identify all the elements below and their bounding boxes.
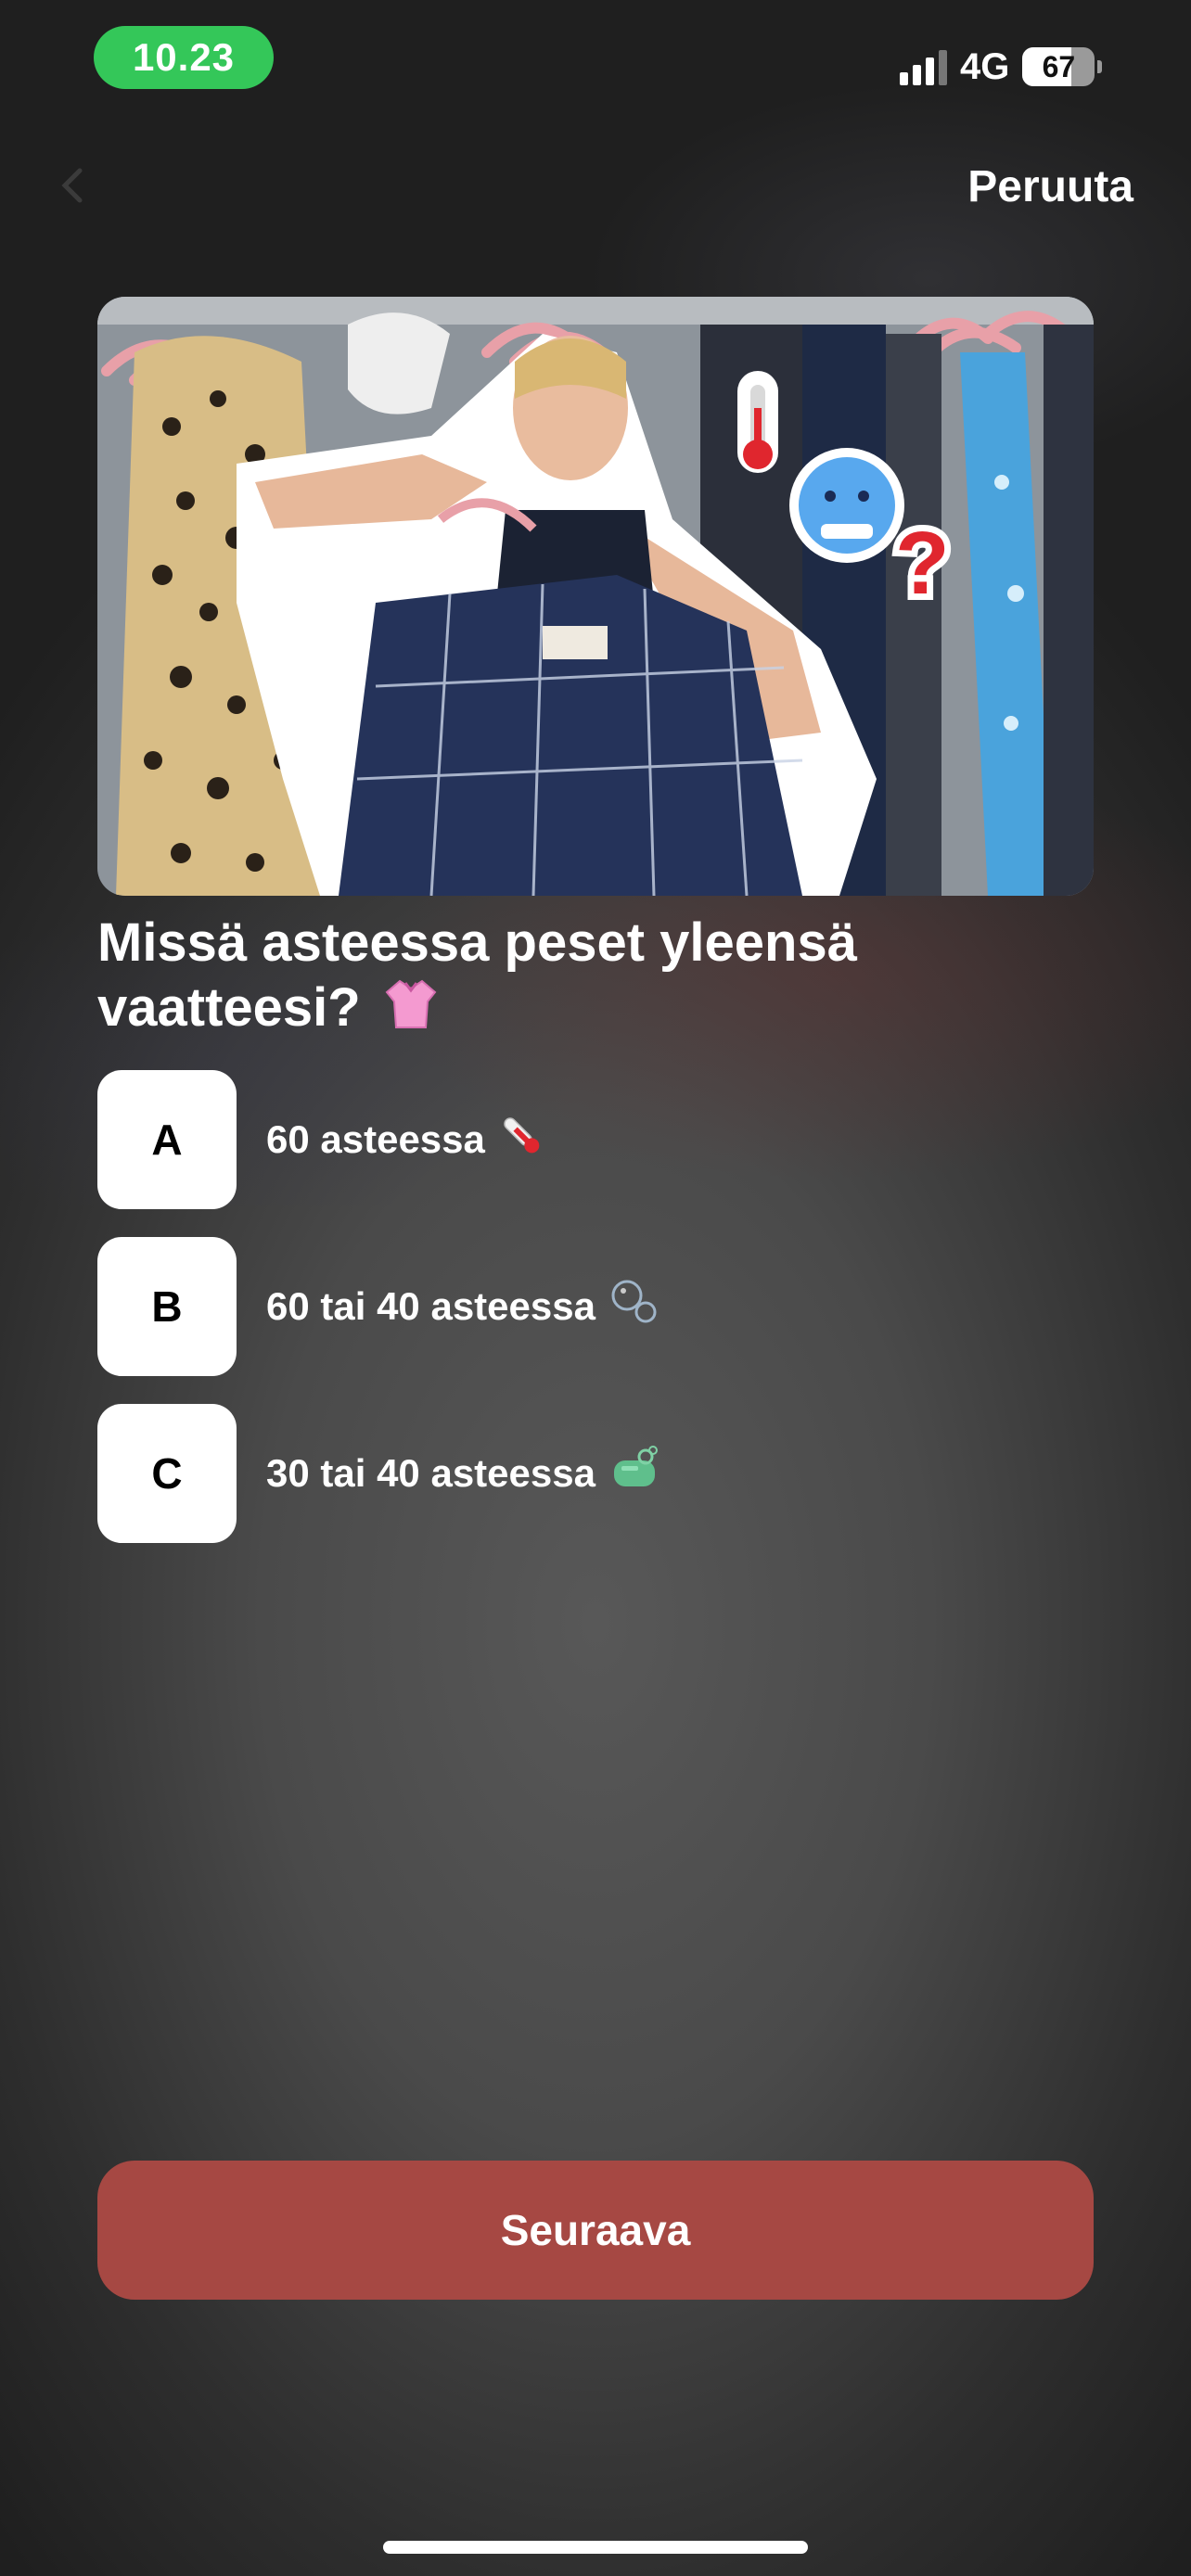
soap-icon xyxy=(608,1446,660,1501)
network-type: 4G xyxy=(960,45,1010,87)
battery-percentage: 67 xyxy=(1042,49,1076,83)
answer-label: 30 tai 40 asteessa xyxy=(266,1451,596,1495)
home-indicator[interactable] xyxy=(383,2541,808,2554)
question-title: Missä asteessa peset yleensä vaatteesi? xyxy=(97,911,1094,1046)
cancel-button[interactable]: Peruuta xyxy=(967,161,1133,212)
answer-letter[interactable]: C xyxy=(97,1404,237,1543)
quiz-hero-image: ? ? xyxy=(97,297,1094,896)
shirt-icon xyxy=(385,977,437,1046)
answer-option-a[interactable]: A 60 asteessa xyxy=(97,1070,1094,1209)
svg-text:?: ? xyxy=(895,514,950,613)
chevron-left-icon[interactable] xyxy=(56,167,93,204)
answer-label: 60 asteessa xyxy=(266,1117,485,1161)
answer-option-b[interactable]: B 60 tai 40 asteessa xyxy=(97,1237,1094,1376)
bubbles-icon xyxy=(608,1277,659,1336)
answer-label: 60 tai 40 asteessa xyxy=(266,1284,596,1328)
battery-icon: 67 xyxy=(1022,47,1095,86)
status-indicators: 4G 67 xyxy=(900,39,1103,95)
answer-letter[interactable]: B xyxy=(97,1237,237,1376)
answer-letter[interactable]: A xyxy=(97,1070,237,1209)
thermometer-icon xyxy=(498,1112,544,1167)
question-text: Missä asteessa peset yleensä vaatteesi? xyxy=(97,912,857,1038)
status-time: 10.23 xyxy=(94,26,274,89)
next-button[interactable]: Seuraava xyxy=(97,2161,1094,2300)
cellular-signal-icon xyxy=(900,48,947,85)
answer-option-c[interactable]: C 30 tai 40 asteessa xyxy=(97,1404,1094,1543)
